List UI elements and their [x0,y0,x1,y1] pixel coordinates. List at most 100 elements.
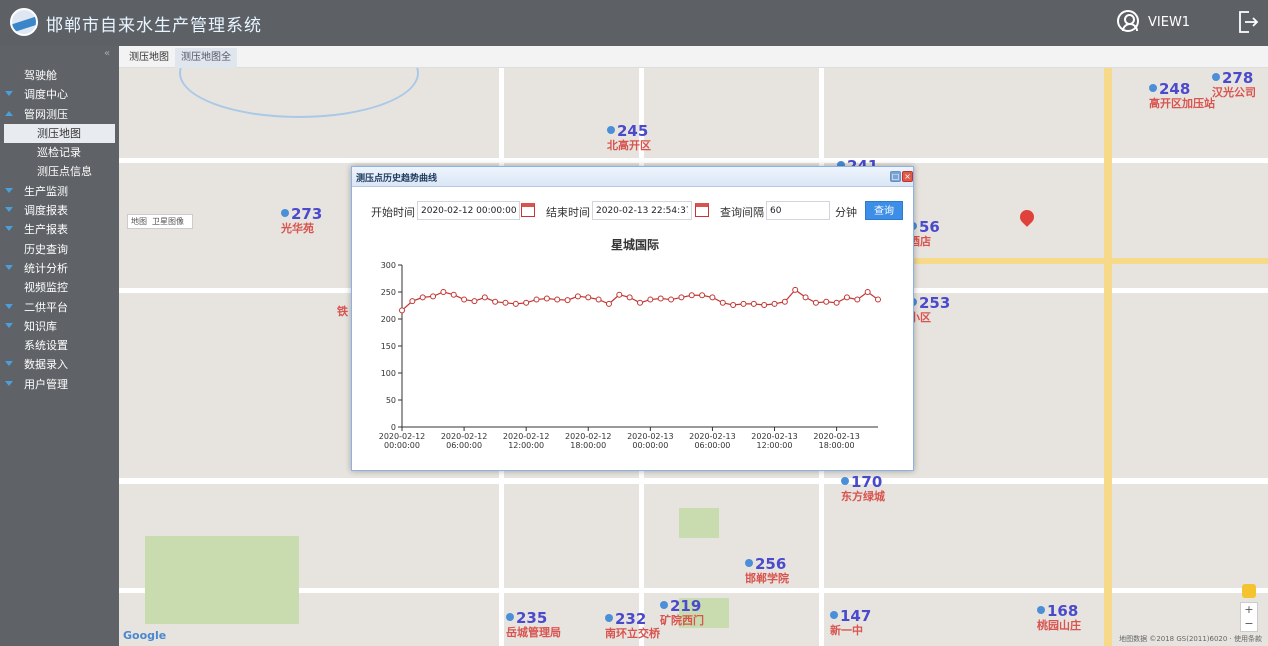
station-name: 南环立交桥 [605,627,660,640]
sidebar-item[interactable]: 知识库 [0,317,119,336]
sidebar-item[interactable]: 巡检记录 [0,143,119,162]
sidebar-item[interactable]: 二供平台 [0,298,119,317]
data-point [719,299,726,306]
map-type-satellite[interactable]: 卫星图像 [152,217,184,226]
location-marker-icon[interactable] [1017,207,1037,227]
x-tick-label: 06:00:00 [446,441,482,450]
data-point [595,296,602,303]
data-point [502,299,509,306]
data-point [440,289,447,295]
data-point [740,300,747,307]
data-point [833,299,840,306]
sidebar-item-label: 测压地图 [37,126,81,140]
pressure-station-marker[interactable]: 256 邯郸学院 [745,555,789,586]
pressure-station-marker[interactable]: 235 岳城管理局 [506,609,561,640]
sidebar-item[interactable]: 生产报表 [0,220,119,239]
map-road [119,478,1268,484]
maximize-icon[interactable]: □ [890,171,901,182]
data-point [585,294,592,301]
caret-down-icon [5,361,13,367]
station-name: 桃园山庄 [1037,619,1081,632]
end-time-label: 结束时间 [546,206,590,219]
street-view-icon[interactable] [1242,584,1256,598]
sidebar-item[interactable]: 管网测压 [0,105,119,124]
user-icon[interactable] [1117,10,1139,32]
station-pin-icon [830,611,838,619]
highway [914,258,1268,264]
username[interactable]: VIEW1 [1148,15,1190,30]
caret-down-icon [5,380,13,386]
query-button[interactable]: 查询 [865,201,903,220]
pressure-station-marker[interactable]: 253 小区 [909,294,950,325]
pressure-station-marker[interactable]: 232 南环立交桥 [605,610,660,641]
pressure-station-marker[interactable]: 273 光华苑 [281,205,322,236]
x-tick-label: 12:00:00 [508,441,544,450]
data-point [823,298,830,305]
x-tick-label: 2020-02-13 [689,432,736,441]
station-name: 矿院西门 [660,614,704,627]
data-point [461,296,468,303]
start-time-input[interactable] [417,201,520,220]
sidebar-item[interactable]: 驾驶舱 [0,66,119,85]
tab-bar: 测压地图 测压地图全 [119,46,1268,68]
start-calendar-icon[interactable] [521,203,535,217]
park-area [145,536,299,624]
sidebar-item-label: 生产报表 [24,223,68,237]
pressure-station-marker[interactable]: 147 新一中 [830,607,871,638]
sidebar-item[interactable]: 系统设置 [0,336,119,355]
logo-icon [10,8,38,36]
pressure-station-marker[interactable]: 219 矿院西门 [660,597,704,628]
x-tick-label: 18:00:00 [819,441,855,450]
sidebar-item[interactable]: 调度中心 [0,85,119,104]
end-calendar-icon[interactable] [695,203,709,217]
data-point [843,294,850,301]
zoom-in-button[interactable]: + [1241,603,1257,617]
sidebar-item[interactable]: 数据录入 [0,355,119,374]
station-name: 邯郸学院 [745,572,789,585]
caret-down-icon [5,91,13,97]
sidebar-item[interactable]: 调度报表 [0,201,119,220]
map-type-map[interactable]: 地图 [131,217,147,226]
close-icon[interactable]: × [902,171,913,182]
interval-input[interactable] [766,201,830,220]
sidebar-item-label: 管网测压 [24,107,68,121]
pressure-station-marker[interactable]: 168 桃园山庄 [1037,602,1081,633]
pressure-station-marker[interactable]: 245 北高开区 [607,122,651,153]
station-pin-icon [605,614,613,622]
data-point [564,297,571,304]
x-tick-label: 00:00:00 [632,441,668,450]
tab-pressure-map-all[interactable]: 测压地图全 [175,48,237,68]
sidebar-item-label: 系统设置 [24,339,68,353]
sidebar-item[interactable]: 测压地图 [4,123,115,144]
sidebar-item[interactable]: 历史查询 [0,240,119,259]
dialog-header: 测压点历史趋势曲线 □ × [352,167,913,187]
station-pin-icon [745,559,753,567]
sidebar-item[interactable]: 测压点信息 [0,162,119,181]
data-point [399,307,405,314]
pressure-station-marker[interactable]: 248 高开区加压站 [1149,80,1215,111]
data-point [409,298,416,305]
sidebar-item[interactable]: 用户管理 [0,375,119,394]
data-point [854,296,861,303]
caret-down-icon [5,264,13,270]
collapse-sidebar-icon[interactable]: « [104,48,110,59]
sidebar-item[interactable]: 生产监测 [0,182,119,201]
data-point [605,300,612,307]
data-point [802,294,809,301]
map-type-control[interactable]: 地图 卫星图像 [127,214,193,229]
pressure-station-marker[interactable]: 铁 [337,305,348,319]
sidebar-item[interactable]: 视频监控 [0,278,119,297]
zoom-out-button[interactable]: − [1241,617,1257,631]
data-point [699,292,706,299]
data-point [678,294,685,301]
x-tick-label: 2020-02-13 [627,432,674,441]
data-point [616,291,623,298]
end-time-input[interactable] [592,201,692,220]
sidebar-item[interactable]: 统计分析 [0,259,119,278]
sidebar-item-label: 二供平台 [24,300,68,314]
data-point [430,293,437,300]
pressure-station-marker[interactable]: 170 东方绿城 [841,473,885,504]
pressure-station-marker[interactable]: 278 汉光公司 [1212,69,1256,100]
tab-pressure-map[interactable]: 测压地图 [123,48,175,68]
logout-icon[interactable] [1237,10,1259,34]
